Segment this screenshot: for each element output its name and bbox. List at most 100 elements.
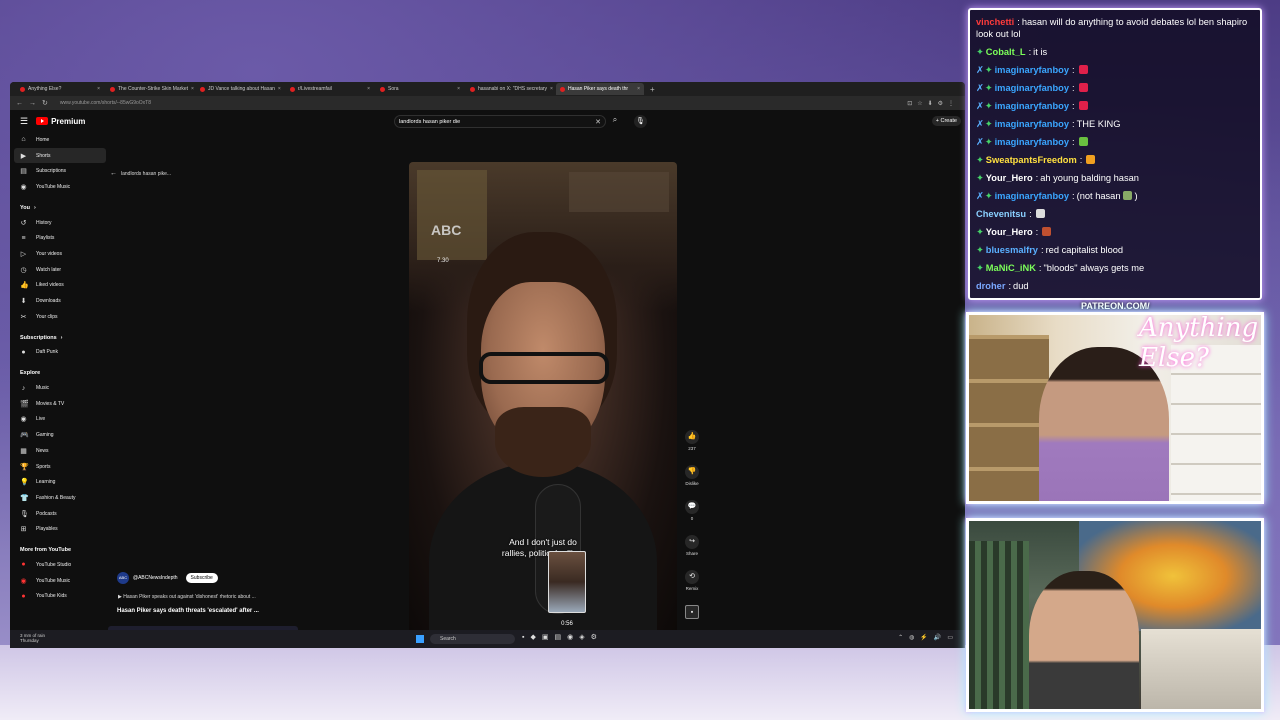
chat-emote-icon <box>1078 83 1088 92</box>
back-to-search[interactable]: ← landlords hasan pike... <box>110 170 171 177</box>
sidebar-section-header[interactable]: Explore <box>10 366 110 380</box>
sidebar-section-header[interactable]: Subscriptions › <box>10 331 110 345</box>
browser-tab[interactable]: Hasan Piker says death thr × <box>556 83 644 95</box>
chat-username[interactable]: imaginaryfanboy <box>995 83 1069 93</box>
taskbar-search[interactable]: Search <box>430 634 515 644</box>
chat-username[interactable]: imaginaryfanboy <box>995 191 1069 201</box>
chat-username[interactable]: Cobalt_L <box>986 47 1026 57</box>
browser-tab[interactable]: The Counter-Strike Skin Market × <box>106 83 194 95</box>
windows-start-icon[interactable] <box>416 635 424 643</box>
sidebar-item-gaming[interactable]: 🎮 Gaming <box>10 427 110 443</box>
chat-username[interactable]: SweatpantsFreedom <box>986 155 1077 165</box>
url-field[interactable]: www.youtube.com/shorts/--85wG9oOxT8 <box>54 99 754 108</box>
comments-action[interactable]: 💬 0 <box>682 500 702 535</box>
close-tab-icon[interactable]: × <box>457 86 460 92</box>
chat-username[interactable]: imaginaryfanboy <box>995 137 1069 147</box>
mic-icon[interactable]: 🎙 <box>634 115 647 128</box>
windows-taskbar: 3 mm of rain Thursday Search ▪◆▣▤◉◈⚙ ⌃◍⚡🔊… <box>10 630 965 648</box>
sidebar-item-downloads[interactable]: ⬇ Downloads <box>10 293 110 309</box>
sidebar-item-your-videos[interactable]: ▷ Your videos <box>10 246 110 262</box>
sidebar-item-watch-later[interactable]: ◷ Watch later <box>10 262 110 278</box>
browser-tab[interactable]: JD Vance talking about Hasan × <box>196 83 284 95</box>
taskbar-app-icons[interactable]: ▪◆▣▤◉◈⚙ <box>522 633 603 641</box>
remix-action[interactable]: ⟲ Remix <box>682 570 702 605</box>
new-tab-icon[interactable]: + <box>650 85 655 94</box>
sidebar-item-youtube-studio[interactable]: ● YouTube Studio <box>10 557 110 573</box>
sword-badge-icon: ✗ <box>976 191 984 201</box>
tab-label: Hasan Piker says death thr <box>568 86 629 92</box>
menu-icon[interactable]: ☰ <box>20 116 28 127</box>
chat-username[interactable]: imaginaryfanboy <box>995 119 1069 129</box>
sidebar-item-playables[interactable]: ⊞ Playables <box>10 521 110 537</box>
chat-username[interactable]: MaNiC_iNK <box>986 263 1036 273</box>
sword-badge-icon: ✗ <box>976 83 984 93</box>
system-tray-icons[interactable]: ⌃◍⚡🔊▭ <box>898 634 959 641</box>
sidebar-item-youtube-music[interactable]: ◉ YouTube Music <box>10 179 110 195</box>
chat-username[interactable]: Your_Hero <box>986 173 1033 183</box>
browser-toolbar-icons[interactable]: ⊡☆⬇⚙⋮ <box>907 100 959 107</box>
sidebar-item-movies-tv[interactable]: 🎬 Movies & TV <box>10 396 110 412</box>
chat-message: ✦ SweatpantsFreedom: <box>976 151 1254 169</box>
sidebar-item-news[interactable]: ▦ News <box>10 443 110 459</box>
chat-username[interactable]: droher <box>976 281 1005 291</box>
sidebar-section-header[interactable]: You › <box>10 201 110 215</box>
close-tab-icon[interactable]: × <box>550 86 553 92</box>
sidebar-item-youtube-music[interactable]: ◉ YouTube Music <box>10 573 110 589</box>
chat-username[interactable]: Chevenitsu <box>976 209 1026 219</box>
close-tab-icon[interactable]: × <box>191 86 194 92</box>
reload-icon[interactable]: ↻ <box>42 99 48 107</box>
close-tab-icon[interactable]: × <box>367 86 370 92</box>
close-tab-icon[interactable]: × <box>637 86 640 92</box>
youtube-logo[interactable]: Premium <box>36 117 85 126</box>
clear-search-icon[interactable]: ✕ <box>595 118 601 126</box>
browser-tab[interactable]: Anything Else? × <box>16 83 104 95</box>
sidebar-section-header[interactable]: More from YouTube <box>10 543 110 557</box>
sidebar-item-playlists[interactable]: ≡ Playlists <box>10 230 110 246</box>
browser-tab[interactable]: r/Livestreamfail × <box>286 83 374 95</box>
sidebar-item-subscriptions[interactable]: ▤ Subscriptions <box>10 163 110 179</box>
sidebar-item-history[interactable]: ↺ History <box>10 215 110 231</box>
chat-username[interactable]: imaginaryfanboy <box>995 101 1069 111</box>
browser-tab[interactable]: hasanabi on X: "DHS secretary × <box>466 83 554 95</box>
sidebar-item-daft-punk[interactable]: ● Daft Punk <box>10 345 110 361</box>
sidebar-item-learning[interactable]: 💡 Learning <box>10 474 110 490</box>
sidebar-item-your-clips[interactable]: ✂ Your clips <box>10 309 110 325</box>
like-action[interactable]: 👍 237 <box>682 430 702 465</box>
sidebar-item-label: YouTube Music <box>36 577 71 584</box>
sidebar-item-home[interactable]: ⌂ Home <box>10 132 110 148</box>
chat-username[interactable]: Your_Hero <box>986 227 1033 237</box>
sidebar-item-sports[interactable]: 🏆 Sports <box>10 459 110 475</box>
sidebar-item-music[interactable]: ♪ Music <box>10 380 110 396</box>
video-title[interactable]: Hasan Piker says death threats 'escalate… <box>117 608 259 614</box>
sidebar-item-live[interactable]: ◉ Live <box>10 412 110 428</box>
chat-colon: : <box>1072 191 1075 201</box>
chat-message: ✗✦ imaginaryfanboy: <box>976 133 1254 151</box>
chat-username[interactable]: bluesmalfry <box>986 245 1038 255</box>
chat-colon: : <box>1028 47 1032 57</box>
sidebar-item-youtube-kids[interactable]: ● YouTube Kids <box>10 589 110 605</box>
channel-name[interactable]: @ABCNewsIndepth <box>133 575 178 581</box>
sub-badge-icon: ✦ <box>976 245 984 255</box>
channel-avatar[interactable]: ABC <box>117 572 129 584</box>
share-action[interactable]: ↪ Share <box>682 535 702 570</box>
chat-username[interactable]: vinchetti <box>976 17 1014 27</box>
close-tab-icon[interactable]: × <box>97 86 100 92</box>
search-input[interactable]: landlords hasan piker die ✕ <box>394 115 606 128</box>
close-tab-icon[interactable]: × <box>278 86 281 92</box>
sidebar-item-liked-videos[interactable]: 👍 Liked videos <box>10 278 110 294</box>
shorts-video-player[interactable]: ABC 7.30 And I don't just do rallies, po… <box>409 162 677 648</box>
create-button[interactable]: + Create <box>931 116 961 126</box>
video-description[interactable]: ▶ Hasan Piker speaks out against 'dishon… <box>118 594 256 600</box>
chat-username[interactable]: imaginaryfanboy <box>995 65 1069 75</box>
sidebar-item-podcasts[interactable]: 🎙 Podcasts <box>10 506 110 522</box>
weather-widget[interactable]: 3 mm of rain Thursday <box>20 633 45 643</box>
forward-nav-icon[interactable]: → <box>29 100 36 107</box>
sidebar-item-shorts[interactable]: ▶ Shorts <box>14 147 106 164</box>
search-icon[interactable]: ⌕ <box>608 115 622 128</box>
subscribe-button[interactable]: Subscribe <box>185 573 218 583</box>
browser-tab[interactable]: Sora × <box>376 83 464 95</box>
dislike-action[interactable]: 👎 Dislike <box>682 465 702 500</box>
sidebar-item-fashion-beauty[interactable]: 👕 Fashion & Beauty <box>10 490 110 506</box>
liked-videos-icon: 👍 <box>20 282 29 290</box>
back-nav-icon[interactable]: ← <box>16 100 23 107</box>
